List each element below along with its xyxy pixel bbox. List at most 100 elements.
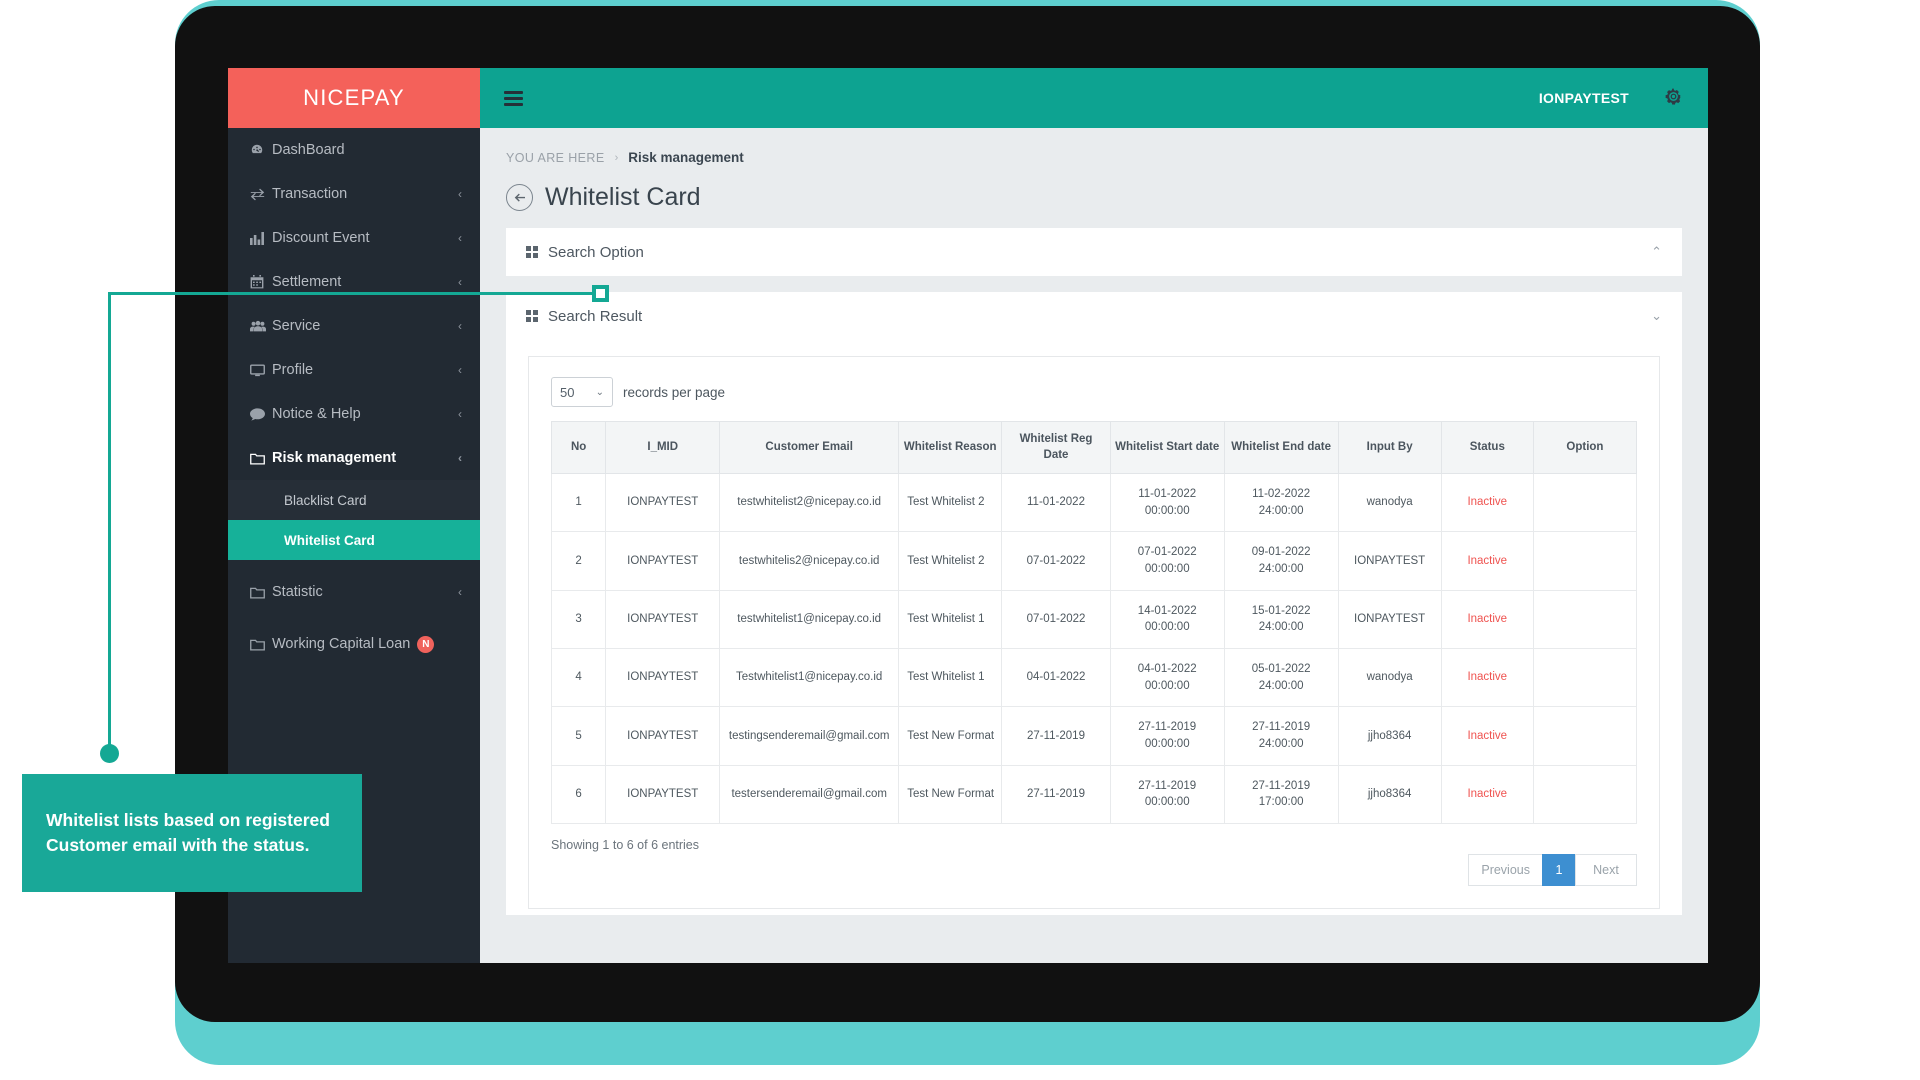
cell-no: 5 — [550, 706, 607, 766]
sidebar-item-label: Profile — [272, 362, 314, 378]
sidebar-item-settlement[interactable]: Settlement ‹ — [228, 260, 480, 304]
table-row[interactable]: 4 IONPAYTEST Testwhitelist1@nicepay.co.id T… — [550, 648, 1638, 708]
sidebar-item-blacklist-card[interactable]: Blacklist Card — [228, 480, 480, 520]
brand-logo[interactable]: NICEPAY — [228, 68, 480, 128]
breadcrumb-current[interactable]: Risk management — [628, 150, 744, 165]
top-navbar: IONPAYTEST — [480, 68, 1708, 128]
cell-start-date: 11-01-2022 00:00:00 — [1109, 473, 1225, 533]
cell-no: 3 — [550, 589, 607, 650]
cell-input-by: jjho8364 — [1337, 764, 1442, 825]
pagination-previous-button[interactable]: Previous — [1468, 854, 1543, 887]
table-row[interactable]: 1 IONPAYTEST testwhitelist2@nicepay.co.id T… — [550, 473, 1638, 533]
sidebar-item-notice-help[interactable]: Notice & Help ‹ — [228, 392, 480, 436]
grid-icon — [526, 310, 538, 322]
cell-status: Inactive — [1440, 473, 1534, 533]
cell-imid: IONPAYTEST — [605, 648, 721, 708]
callout-endpoint-dot — [100, 744, 119, 763]
sidebar-item-service[interactable]: Service ‹ — [228, 304, 480, 348]
column-header-imid[interactable]: I_MID — [605, 420, 721, 475]
dashboard-icon — [250, 143, 272, 157]
hamburger-icon[interactable] — [504, 90, 523, 106]
chevron-left-icon: ‹ — [458, 231, 462, 245]
search-option-header[interactable]: Search Option ⌃ — [506, 228, 1682, 276]
sidebar-item-dashboard[interactable]: DashBoard — [228, 128, 480, 172]
gear-icon[interactable] — [1665, 88, 1682, 108]
cell-whitelist-reason: Test Whitelist 1 — [898, 589, 1003, 650]
cell-status: Inactive — [1440, 706, 1534, 766]
column-header-status[interactable]: Status — [1440, 420, 1534, 475]
cell-no: 4 — [550, 648, 607, 708]
chevron-up-icon[interactable]: ⌃ — [1651, 244, 1662, 260]
main-content: YOU ARE HERE › Risk management Whitelist… — [480, 128, 1708, 963]
search-option-panel[interactable]: Search Option ⌃ — [506, 228, 1682, 276]
chevron-left-icon: ‹ — [458, 407, 462, 421]
cell-input-by: IONPAYTEST — [1337, 589, 1442, 650]
table-row[interactable]: 3 IONPAYTEST testwhitelist1@nicepay.co.id T… — [550, 589, 1638, 650]
callout-connector-vertical — [108, 292, 111, 752]
grid-icon — [526, 246, 538, 258]
sidebar-item-discount-event[interactable]: Discount Event ‹ — [228, 216, 480, 260]
callout-connector-horizontal — [108, 292, 600, 295]
cell-start-date: 04-01-2022 00:00:00 — [1109, 648, 1225, 708]
search-result-header[interactable]: Search Result ⌄ — [506, 292, 1682, 340]
cell-reg-date: 07-01-2022 — [1001, 531, 1111, 591]
column-header-customer-email[interactable]: Customer Email — [719, 420, 900, 475]
column-header-option[interactable]: Option — [1532, 420, 1638, 475]
cell-no: 1 — [550, 473, 607, 533]
cell-start-date: 14-01-2022 00:00:00 — [1109, 589, 1225, 650]
records-per-page-select[interactable]: 50 ⌄ — [551, 377, 613, 407]
cell-status: Inactive — [1440, 531, 1534, 591]
panel-title: Search Result — [548, 307, 643, 325]
pagination-page-1-button[interactable]: 1 — [1542, 854, 1576, 887]
table-row[interactable]: 6 IONPAYTEST testersenderemail@gmail.com Te… — [550, 764, 1638, 825]
chevron-down-icon[interactable]: ⌄ — [1651, 308, 1662, 324]
chart-bar-icon — [250, 231, 272, 245]
sidebar-item-profile[interactable]: Profile ‹ — [228, 348, 480, 392]
sidebar-item-working-capital-loan[interactable]: Working Capital Loan N — [228, 622, 480, 666]
table-row[interactable]: 2 IONPAYTEST testwhitelis2@nicepay.co.id Te… — [550, 531, 1638, 591]
sidebar-item-label: Settlement — [272, 274, 342, 290]
column-header-whitelist-reg-date[interactable]: Whitelist Reg Date — [1001, 420, 1111, 475]
sidebar-item-whitelist-card[interactable]: Whitelist Card — [228, 520, 480, 560]
back-arrow-icon[interactable] — [506, 184, 533, 211]
callout-box: Whitelist lists based on registered Cust… — [22, 774, 362, 892]
records-per-page-row: 50 ⌄ records per page — [551, 377, 1637, 407]
callout-text: Whitelist lists based on registered Cust… — [46, 810, 330, 855]
cell-input-by: wanodya — [1337, 648, 1442, 708]
cell-option — [1532, 648, 1638, 708]
column-header-input-by[interactable]: Input By — [1337, 420, 1442, 475]
column-header-no[interactable]: No — [550, 420, 607, 475]
sidebar-item-statistic[interactable]: Statistic ‹ — [228, 570, 480, 614]
screenshot-canvas: NICEPAY DashBoard Transaction ‹ Discount… — [0, 0, 1920, 1080]
cell-imid: IONPAYTEST — [605, 473, 721, 533]
folder-icon — [250, 586, 272, 599]
search-result-panel: Search Result ⌄ 50 ⌄ records per page No… — [506, 292, 1682, 916]
cell-customer-email: testwhitelist1@nicepay.co.id — [719, 589, 900, 650]
cell-input-by: IONPAYTEST — [1337, 531, 1442, 591]
column-header-whitelist-start-date[interactable]: Whitelist Start date — [1109, 420, 1225, 475]
account-name[interactable]: IONPAYTEST — [1539, 90, 1629, 106]
chevron-left-icon: ‹ — [458, 319, 462, 333]
table-body: 1 IONPAYTEST testwhitelist2@nicepay.co.id T… — [550, 473, 1638, 825]
pagination-next-button[interactable]: Next — [1575, 854, 1637, 887]
sidebar-item-label: Discount Event — [272, 230, 370, 246]
cell-input-by: jjho8364 — [1337, 706, 1442, 766]
column-header-whitelist-reason[interactable]: Whitelist Reason — [898, 420, 1003, 475]
cell-whitelist-reason: Test New Format — [898, 764, 1003, 825]
cell-status: Inactive — [1440, 589, 1534, 650]
cell-status: Inactive — [1440, 648, 1534, 708]
sidebar-subitem-label: Whitelist Card — [284, 532, 375, 548]
column-header-whitelist-end-date[interactable]: Whitelist End date — [1223, 420, 1339, 475]
cell-reg-date: 07-01-2022 — [1001, 589, 1111, 650]
cell-end-date: 09-01-2022 24:00:00 — [1223, 531, 1339, 591]
cell-customer-email: testersenderemail@gmail.com — [719, 764, 900, 825]
sidebar-item-risk-management[interactable]: Risk management ‹ — [228, 436, 480, 480]
pagination: Previous 1 Next — [1468, 854, 1637, 887]
cell-imid: IONPAYTEST — [605, 706, 721, 766]
table-row[interactable]: 5 IONPAYTEST testingsenderemail@gmail.com T… — [550, 706, 1638, 766]
sidebar-item-transaction[interactable]: Transaction ‹ — [228, 172, 480, 216]
records-per-page-label: records per page — [623, 384, 726, 400]
transaction-icon — [250, 188, 272, 201]
users-icon — [250, 320, 272, 333]
cell-no: 2 — [550, 531, 607, 591]
